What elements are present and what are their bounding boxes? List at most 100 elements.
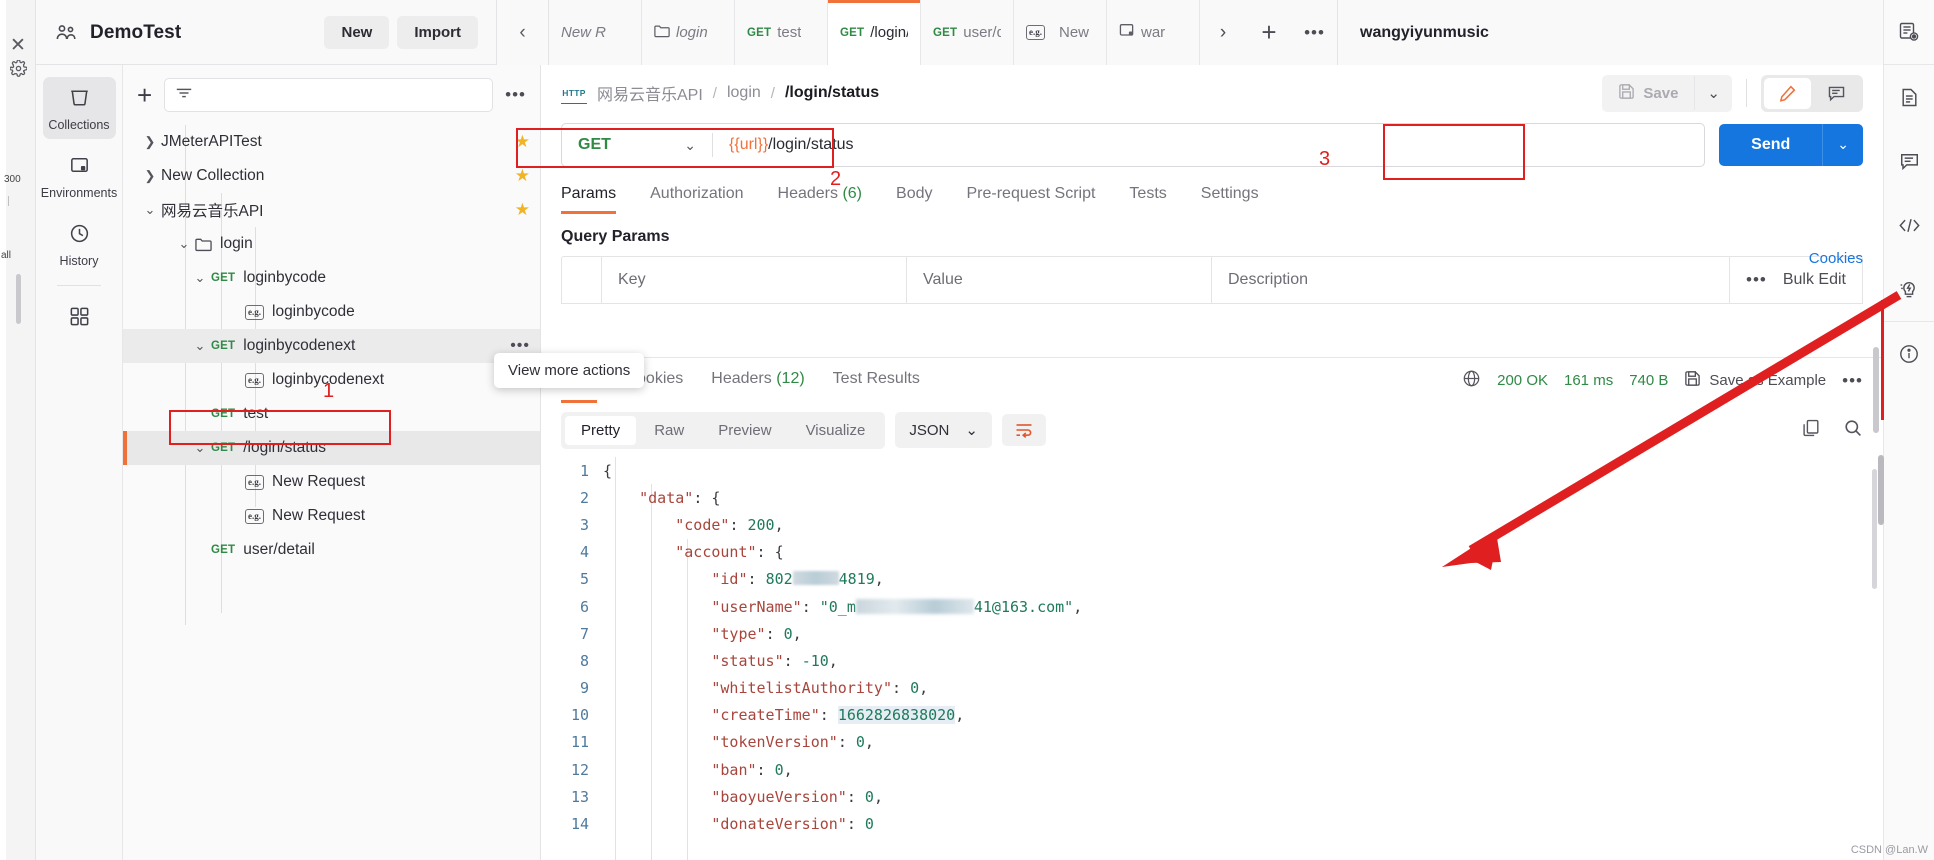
url-input[interactable]: {{url}}/login/status xyxy=(713,136,1704,154)
code-snippet-icon[interactable] xyxy=(1884,193,1934,257)
tab-label: New R xyxy=(561,24,607,41)
tab-more-actions-icon[interactable]: ••• xyxy=(1292,0,1338,65)
request-tabs: Params Authorization Headers (6) Body Pr… xyxy=(541,185,1883,214)
sidebar-item-history[interactable]: History xyxy=(43,213,116,275)
copy-icon[interactable] xyxy=(1801,418,1821,442)
tree-request-loginbycodenext[interactable]: ⌄ GET loginbycodenext ••• xyxy=(123,329,540,363)
tab-label: login xyxy=(676,24,708,41)
gear-icon[interactable] xyxy=(0,59,36,82)
comment-icon[interactable] xyxy=(1813,78,1860,109)
save-button[interactable]: Save xyxy=(1602,75,1694,112)
tab-request-test[interactable]: GET test xyxy=(735,0,828,65)
tree-collection-netease-music-api[interactable]: ⌄ 网易云音乐API ★ xyxy=(123,193,540,227)
browser-scrollbar[interactable] xyxy=(16,274,21,324)
tree-example-new-request-1[interactable]: e.g. New Request xyxy=(123,465,540,499)
tree-collection-jmeterapitest[interactable]: ❯ JMeterAPITest ★ xyxy=(123,125,540,159)
import-button[interactable]: Import xyxy=(397,16,478,49)
top-bar: DemoTest New Import ‹ New R login GET te… xyxy=(36,0,1934,65)
pencil-icon[interactable] xyxy=(1764,77,1811,109)
main-scrollbar[interactable] xyxy=(1878,455,1884,525)
tab-pre-request-script[interactable]: Pre-request Script xyxy=(966,185,1095,214)
environment-selector[interactable]: wangyiyunmusic ⌄ xyxy=(1338,0,1934,65)
info-circle-icon[interactable] xyxy=(1884,322,1934,386)
example-badge-icon: e.g. xyxy=(1026,25,1045,40)
comments-icon[interactable] xyxy=(1884,129,1934,193)
send-dropdown-caret-icon[interactable]: ⌄ xyxy=(1822,124,1863,166)
star-icon[interactable]: ★ xyxy=(515,132,530,152)
sidebar-request-login-status[interactable]: ⌄ GET /login/status xyxy=(123,431,540,465)
tab-example-new-request[interactable]: e.g. New R xyxy=(1014,0,1107,65)
sidebar-item-collections[interactable]: Collections xyxy=(42,77,116,139)
tab-body[interactable]: Body xyxy=(896,185,932,214)
breadcrumb-folder[interactable]: login xyxy=(727,84,761,102)
word-wrap-icon[interactable] xyxy=(1001,414,1046,446)
view-pretty[interactable]: Pretty xyxy=(565,415,637,445)
tab-count: (6) xyxy=(842,185,863,202)
tab-folder-login[interactable]: login xyxy=(642,0,735,65)
tab-request-user-detail[interactable]: GET user/de xyxy=(921,0,1014,65)
tab-request-login-status[interactable]: GET /login/ xyxy=(828,0,921,65)
close-icon[interactable]: ✕ xyxy=(0,34,36,57)
star-icon[interactable]: ★ xyxy=(515,200,530,220)
search-icon[interactable] xyxy=(1843,418,1863,442)
response-format-select[interactable]: JSON ⌄ xyxy=(895,412,992,448)
star-icon[interactable]: ★ xyxy=(515,166,530,186)
mock-lightning-icon[interactable] xyxy=(1884,257,1934,321)
line-number: 3 xyxy=(579,515,589,534)
save-dropdown-caret-icon[interactable]: ⌄ xyxy=(1694,76,1732,110)
sidebar-item-environments[interactable]: Environments xyxy=(41,145,117,207)
tab-environment-wangyiyun[interactable]: war xyxy=(1107,0,1200,65)
response-tabs-bar: Body Cookies Headers (12) Test Results 2… xyxy=(541,357,1883,403)
cookies-link[interactable]: Cookies xyxy=(1809,250,1863,267)
tree-label: loginbycode xyxy=(243,269,326,286)
method-selector[interactable]: GET ⌄ xyxy=(562,124,712,166)
tab-scroll-right-icon[interactable]: › xyxy=(1200,0,1246,65)
line-number: 1 xyxy=(579,461,589,480)
view-preview[interactable]: Preview xyxy=(702,416,787,445)
documentation-icon[interactable] xyxy=(1884,65,1934,129)
add-tab-icon[interactable]: + xyxy=(1246,0,1292,65)
sidebar-item-apps[interactable] xyxy=(43,296,116,339)
filter-input[interactable] xyxy=(164,78,494,112)
tab-tests[interactable]: Tests xyxy=(1129,185,1166,214)
response-scrollbar[interactable] xyxy=(1873,347,1879,433)
line-number: 9 xyxy=(579,679,589,698)
tab-params[interactable]: Params xyxy=(561,185,617,214)
breadcrumb-collection[interactable]: 网易云音乐API xyxy=(597,81,703,105)
tree-request-loginbycode[interactable]: ⌄ GET loginbycode xyxy=(123,261,540,295)
tab-settings[interactable]: Settings xyxy=(1201,185,1259,214)
tab-authorization[interactable]: Authorization xyxy=(650,185,743,214)
bulk-edit-button[interactable]: Bulk Edit xyxy=(1783,271,1846,289)
chevron-down-icon: ⌄ xyxy=(178,236,190,251)
line-number: 2 xyxy=(579,488,589,507)
column-more-actions-icon[interactable]: ••• xyxy=(1746,270,1767,290)
view-raw[interactable]: Raw xyxy=(638,416,700,445)
tab-scroll-left-icon[interactable]: ‹ xyxy=(497,0,549,65)
response-body-code[interactable]: 1 { 2 "data": { 3 "code": 200, 4 "accoun… xyxy=(541,457,1883,860)
new-button[interactable]: New xyxy=(324,16,390,49)
plus-icon[interactable]: + xyxy=(137,82,152,108)
code-scrollbar[interactable] xyxy=(1872,469,1877,589)
tree-collection-new-collection[interactable]: ❯ New Collection ★ xyxy=(123,159,540,193)
tree-folder-login[interactable]: ⌄ login xyxy=(123,227,540,261)
tab-headers[interactable]: Headers (6) xyxy=(778,185,863,214)
send-button[interactable]: Send xyxy=(1719,124,1823,166)
workspace-name[interactable]: DemoTest xyxy=(90,22,181,44)
line-content: "account": { xyxy=(675,543,784,562)
tree-label: user/detail xyxy=(243,541,315,558)
sidebar-more-actions-icon[interactable]: ••• xyxy=(505,85,526,105)
tree-request-user-detail[interactable]: ⌄ GET user/detail xyxy=(123,533,540,567)
example-badge-icon: e.g. xyxy=(245,304,264,320)
select-all-checkbox-cell[interactable] xyxy=(562,257,602,303)
tab-count: (12) xyxy=(776,369,805,387)
view-visualize[interactable]: Visualize xyxy=(790,416,882,445)
tab-new-request-1[interactable]: New R xyxy=(549,0,642,65)
response-tab-headers[interactable]: Headers (12) xyxy=(711,370,804,392)
capture-requests-icon[interactable] xyxy=(1884,0,1934,64)
rail-label: History xyxy=(59,254,99,268)
tree-example-loginbycode[interactable]: e.g. loginbycode xyxy=(123,295,540,329)
response-more-actions-icon[interactable]: ••• xyxy=(1842,371,1863,391)
tree-example-new-request-2[interactable]: e.g. New Request xyxy=(123,499,540,533)
response-tab-test-results[interactable]: Test Results xyxy=(833,370,920,392)
save-as-example-button[interactable]: Save as Example xyxy=(1684,370,1826,391)
